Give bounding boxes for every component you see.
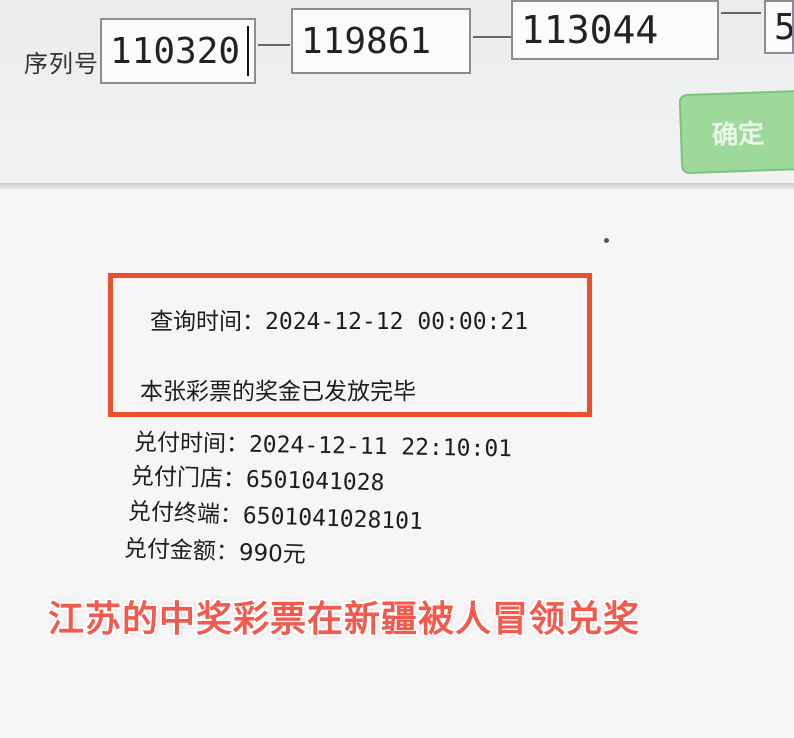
- overlay-caption: 江苏的中奖彩票在新疆被人冒领兑奖: [48, 599, 641, 640]
- query-time-value: 2024-12-12 00:00:21: [265, 309, 529, 335]
- serial-separator: [721, 12, 761, 14]
- confirm-button[interactable]: 确定: [678, 89, 794, 175]
- redeem-amount-row: 兑付金额：990元: [123, 529, 306, 569]
- serial-segment-2[interactable]: 119861: [291, 8, 471, 74]
- redeem-store-label: 兑付门店：: [130, 463, 247, 493]
- redeem-terminal-label: 兑付终端：: [127, 498, 244, 529]
- text-cursor: [247, 26, 249, 76]
- confirm-button-label: 确定: [711, 118, 765, 151]
- serial-segment-1-value: 110320: [110, 30, 241, 72]
- redeem-store-value: 6501041028: [245, 466, 385, 497]
- query-time-label: 查询时间：: [150, 309, 265, 335]
- serial-segment-4[interactable]: 5: [764, 0, 794, 54]
- redeem-terminal-value: 6501041028101: [242, 502, 424, 536]
- serial-segment-3-value: 113044: [521, 8, 659, 52]
- panel-divider: [0, 183, 794, 189]
- redeem-time-value: 2024-12-11 22:10:01: [248, 431, 513, 463]
- speck: [604, 238, 609, 243]
- serial-separator: [258, 44, 290, 46]
- serial-segment-2-value: 119861: [301, 20, 432, 62]
- redeem-store-row: 兑付门店：6501041028: [131, 457, 385, 498]
- redeem-time-label: 兑付时间：: [133, 429, 250, 458]
- serial-segment-3[interactable]: 113044: [511, 0, 719, 60]
- serial-label: 序列号: [24, 50, 99, 78]
- status-row: 本张彩票的奖金已发放完毕: [140, 372, 416, 406]
- serial-segment-1[interactable]: 110320: [100, 18, 256, 84]
- serial-segment-4-value: 5: [774, 6, 794, 48]
- redeem-amount-label: 兑付金额：: [123, 535, 240, 566]
- status-message: 本张彩票的奖金已发放完毕: [140, 379, 416, 405]
- query-time-row: 查询时间：2024-12-12 00:00:21: [150, 302, 528, 336]
- redeem-amount-value: 990元: [238, 539, 307, 569]
- serial-separator: [473, 36, 511, 38]
- redeem-time-row: 兑付时间：2024-12-11 22:10:01: [134, 423, 513, 464]
